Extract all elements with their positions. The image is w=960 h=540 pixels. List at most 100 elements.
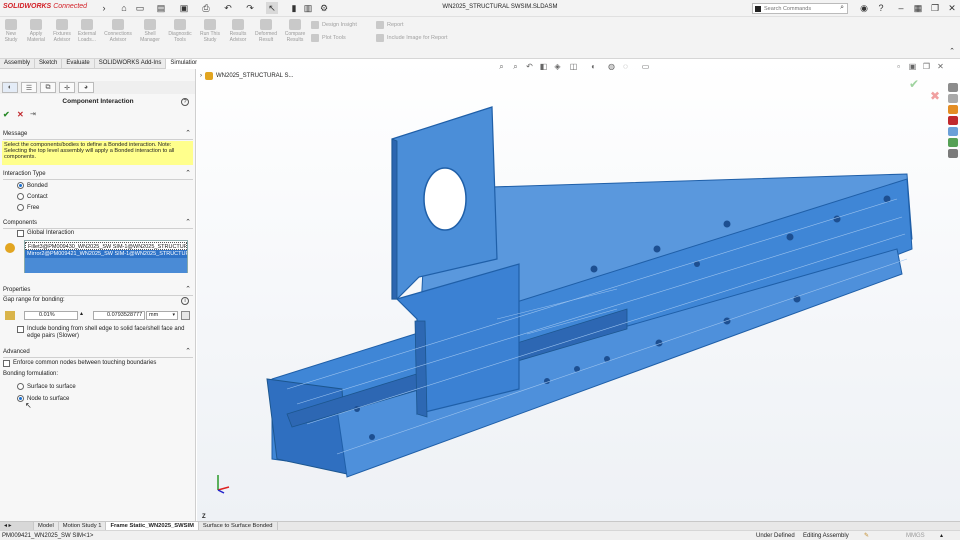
- deformed-result-button[interactable]: Deformed Result: [252, 19, 280, 43]
- enforce-common-nodes-checkbox[interactable]: Enforce common nodes between touching bo…: [3, 360, 156, 367]
- pin-icon[interactable]: ⇥: [30, 110, 36, 118]
- tab-sketch[interactable]: Sketch: [35, 59, 63, 69]
- help-icon[interactable]: ?: [181, 98, 189, 106]
- tab-addins[interactable]: SOLIDWORKS Add-Ins: [95, 59, 167, 69]
- open-folder-icon[interactable]: ▤: [155, 2, 167, 14]
- components-selection-list[interactable]: Fillet3@PM009430_WN2025_SW SIM-1@WN2025_…: [24, 240, 188, 273]
- save-icon[interactable]: ▣: [178, 2, 190, 14]
- shell-manager-button[interactable]: Shell Manager: [137, 19, 163, 43]
- dimxpert-tab-icon[interactable]: ✛: [59, 82, 75, 93]
- search-commands-box[interactable]: ⌕: [752, 3, 848, 14]
- report-button[interactable]: Report: [376, 21, 404, 29]
- radio-surface-to-surface[interactable]: Surface to surface: [17, 383, 76, 390]
- collapse-chevron-icon[interactable]: ⌃: [185, 285, 191, 295]
- restore-icon[interactable]: ❐: [929, 2, 941, 14]
- cancel-x-button[interactable]: ✕: [17, 110, 24, 119]
- gap-calculator-button[interactable]: [181, 311, 190, 320]
- tile-windows-icon[interactable]: ▦: [912, 2, 924, 14]
- bracket-hole: [423, 167, 467, 231]
- collapse-ribbon-icon[interactable]: ⌃: [946, 45, 958, 57]
- graphics-viewport[interactable]: › WN2025_STRUCTURAL S... ⌕ ⌕ ↶ ◧ ◈ ◫ ◐ ◍…: [197, 59, 960, 521]
- design-insight-button[interactable]: Design Insight: [311, 21, 357, 29]
- collapse-chevron-icon[interactable]: ⌃: [185, 347, 191, 357]
- menu-chevron-icon[interactable]: ›: [98, 2, 110, 14]
- home-icon[interactable]: ⌂: [118, 2, 130, 14]
- radio-free[interactable]: Free: [17, 204, 39, 211]
- collapse-chevron-icon[interactable]: ⌃: [185, 169, 191, 179]
- include-image-button[interactable]: Include Image for Report: [376, 34, 448, 42]
- file-properties-icon[interactable]: ▥: [302, 2, 314, 14]
- checkbox[interactable]: [17, 230, 24, 237]
- configuration-manager-tab-icon[interactable]: ⧉: [40, 82, 56, 93]
- search-icon[interactable]: ⌕: [840, 4, 844, 12]
- close-icon[interactable]: ✕: [946, 2, 958, 14]
- results-advisor-button[interactable]: Results Advisor: [226, 19, 250, 43]
- gap-value-field[interactable]: 0.0793528777: [93, 311, 145, 320]
- global-interaction-checkbox[interactable]: Global Interaction: [17, 230, 74, 237]
- app-logo[interactable]: SOLIDWORKS Connected: [3, 3, 87, 10]
- fixtures-advisor-button[interactable]: Fixtures Advisor: [50, 19, 74, 43]
- structural-model-render[interactable]: [197, 59, 960, 521]
- radio-button[interactable]: [17, 182, 24, 189]
- message-section-header[interactable]: Message ⌃: [0, 129, 196, 139]
- gap-unit-select[interactable]: mm ▾: [146, 311, 178, 320]
- status-menu-icon[interactable]: ▴: [940, 531, 943, 540]
- radio-button[interactable]: [17, 193, 24, 200]
- tab-assembly[interactable]: Assembly: [0, 59, 36, 69]
- checkbox[interactable]: [3, 360, 10, 367]
- custom-properties-icon[interactable]: [948, 138, 958, 147]
- search-scope-icon[interactable]: [755, 6, 761, 12]
- options-gear-icon[interactable]: ⚙: [318, 2, 330, 14]
- gap-percent-field[interactable]: 0.01%: [24, 311, 78, 320]
- radio-contact[interactable]: Contact: [17, 193, 48, 200]
- ok-checkmark-button[interactable]: ✔: [3, 110, 10, 119]
- interaction-type-header[interactable]: Interaction Type ⌃: [0, 169, 196, 179]
- apply-material-button[interactable]: Apply Material: [24, 19, 48, 43]
- design-library-icon[interactable]: [948, 94, 958, 103]
- view-palette-icon[interactable]: [948, 127, 958, 136]
- rebuild-indicator-icon[interactable]: ✎: [864, 531, 869, 540]
- tab-evaluate[interactable]: Evaluate: [62, 59, 95, 69]
- help-circle-icon[interactable]: ?: [875, 2, 887, 14]
- solidworks-resources-icon[interactable]: [948, 83, 958, 92]
- radio-bonded[interactable]: Bonded: [17, 182, 48, 189]
- compare-results-button[interactable]: Compare Results: [282, 19, 308, 43]
- list-item[interactable]: Fillet3@PM009430_WN2025_SW SIM-1@WN2025_…: [25, 242, 187, 250]
- shell-bonding-checkbox[interactable]: Include bonding from shell edge to solid…: [17, 326, 187, 339]
- collapse-chevron-icon[interactable]: ⌃: [185, 218, 191, 228]
- connections-advisor-button[interactable]: Connections Advisor: [101, 19, 135, 43]
- properties-section-header[interactable]: Properties ⌃: [0, 285, 196, 295]
- rebuild-icon[interactable]: ▮: [288, 2, 300, 14]
- home-pane-icon[interactable]: [948, 149, 958, 158]
- new-study-button[interactable]: New Study: [2, 19, 20, 43]
- collapse-chevron-icon[interactable]: ⌃: [185, 129, 191, 139]
- components-section-header[interactable]: Components ⌃: [0, 218, 196, 228]
- property-manager-tab-icon[interactable]: ☰: [21, 82, 37, 93]
- checkbox[interactable]: [17, 326, 24, 333]
- run-study-button[interactable]: Run This Study: [197, 19, 223, 43]
- divider: [3, 139, 193, 140]
- feature-manager-tab-icon[interactable]: ◐: [2, 82, 18, 93]
- display-manager-tab-icon[interactable]: ◕: [78, 82, 94, 93]
- redo-icon[interactable]: ↷: [244, 2, 256, 14]
- diagnostic-tools-button[interactable]: Diagnostic Tools: [166, 19, 194, 43]
- plot-tools-button[interactable]: Plot Tools: [311, 34, 346, 42]
- search-input[interactable]: [764, 4, 836, 13]
- external-loads-button[interactable]: External Loads...: [75, 19, 99, 43]
- select-pointer-icon[interactable]: ↖: [266, 2, 278, 14]
- print-icon[interactable]: ⎙: [200, 2, 212, 14]
- info-icon[interactable]: i: [181, 297, 189, 305]
- appearances-icon[interactable]: [948, 116, 958, 125]
- undo-icon[interactable]: ↶: [222, 2, 234, 14]
- spin-arrow-icon[interactable]: ▴: [80, 310, 83, 317]
- file-explorer-icon[interactable]: [948, 105, 958, 114]
- minimize-icon[interactable]: –: [895, 2, 907, 14]
- radio-button[interactable]: [17, 395, 24, 402]
- advanced-section-header[interactable]: Advanced ⌃: [0, 347, 196, 357]
- user-account-icon[interactable]: ◉: [858, 2, 870, 14]
- new-document-icon[interactable]: ▭: [134, 2, 146, 14]
- status-units[interactable]: MMGS: [906, 531, 925, 540]
- radio-button[interactable]: [17, 204, 24, 211]
- list-item[interactable]: Mirror2@PM009421_WN2025_SW SIM-1@WN2025_…: [25, 250, 187, 258]
- radio-button[interactable]: [17, 383, 24, 390]
